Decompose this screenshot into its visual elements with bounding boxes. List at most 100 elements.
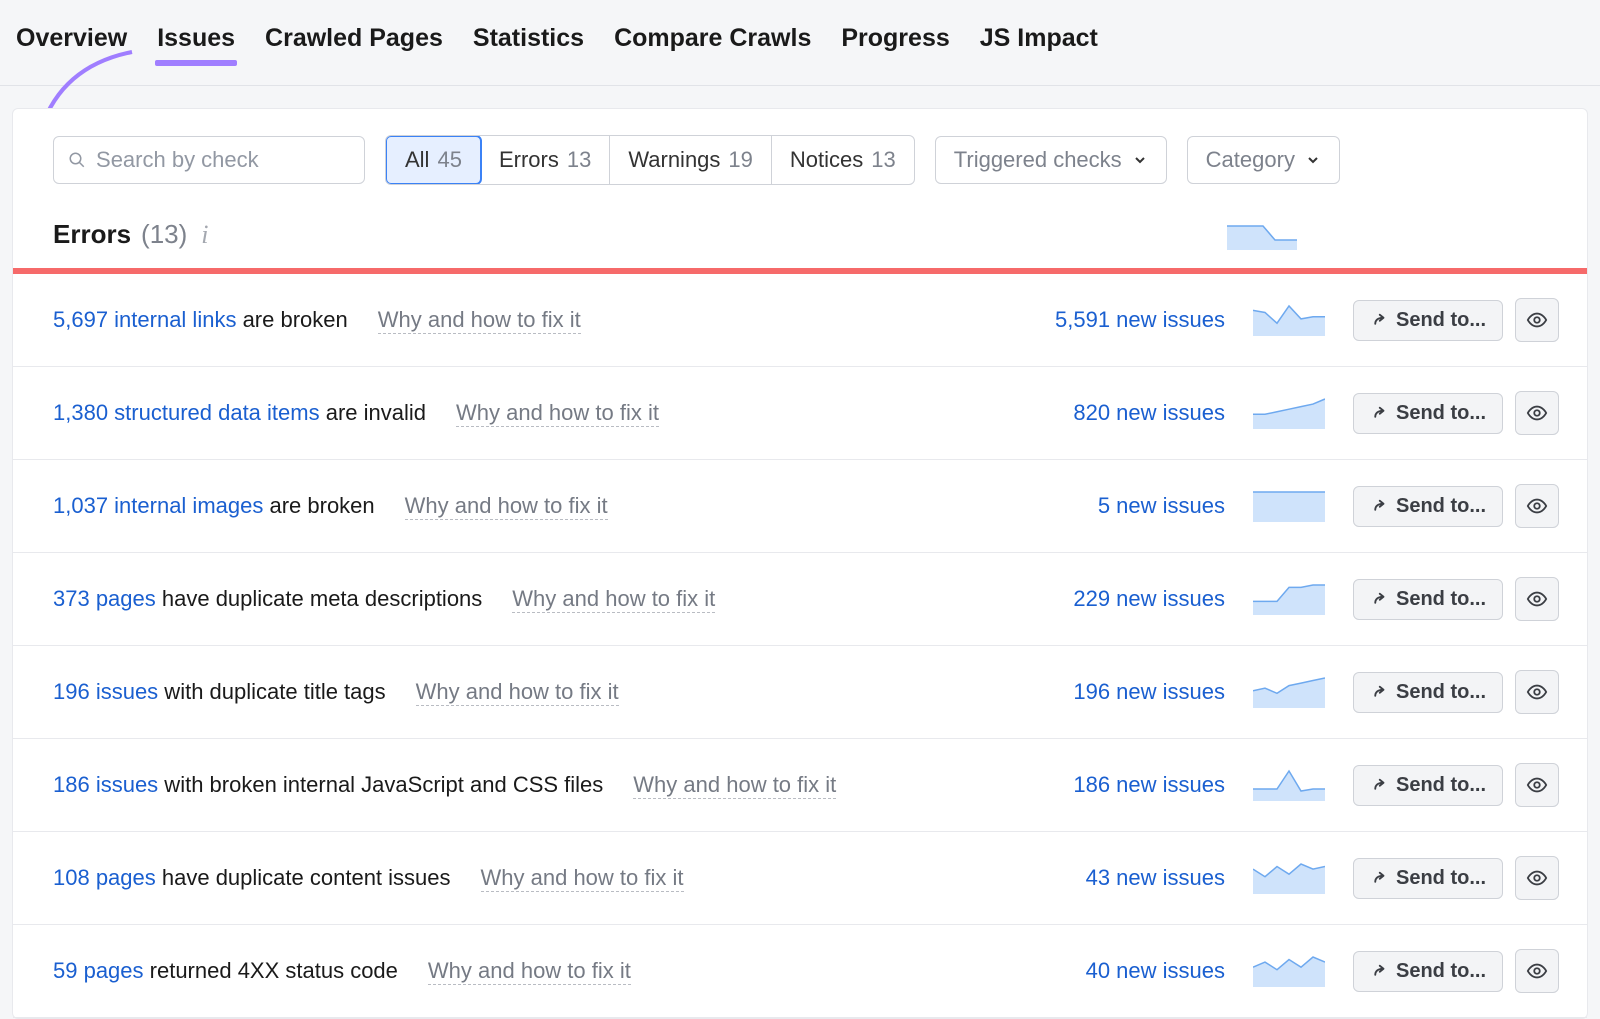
filter-notices[interactable]: Notices13 [772,136,914,184]
send-to-button[interactable]: Send to... [1353,765,1503,806]
issue-count-link[interactable]: 186 issues [53,772,158,797]
hide-issue-button[interactable] [1515,391,1559,435]
category-label: Category [1206,147,1295,173]
new-issues-link[interactable]: 186 new issues [1005,772,1225,798]
errors-title: Errors [53,219,131,250]
why-and-how-link[interactable]: Why and how to fix it [405,493,608,520]
issue-description: 1,037 internal images are brokenWhy and … [53,493,1005,520]
filter-label: Warnings [628,147,720,173]
eye-icon [1526,681,1548,703]
send-to-label: Send to... [1396,774,1486,797]
filter-all[interactable]: All45 [385,135,482,185]
send-to-label: Send to... [1396,681,1486,704]
issue-text: have duplicate content issues [156,865,451,890]
issue-text: with duplicate title tags [158,679,385,704]
send-to-label: Send to... [1396,402,1486,425]
tab-overview[interactable]: Overview [14,24,129,65]
send-to-label: Send to... [1396,309,1486,332]
new-issues-link[interactable]: 43 new issues [1005,865,1225,891]
hide-issue-button[interactable] [1515,577,1559,621]
issue-text: are invalid [320,400,426,425]
tab-crawled-pages[interactable]: Crawled Pages [263,24,445,65]
top-nav: Overview Issues Crawled Pages Statistics Com… [0,0,1600,86]
eye-icon [1526,588,1548,610]
issue-count-link[interactable]: 196 issues [53,679,158,704]
send-to-button[interactable]: Send to... [1353,579,1503,620]
issue-count-link[interactable]: 373 pages [53,586,156,611]
row-sparkline [1253,769,1325,801]
tab-compare-crawls[interactable]: Compare Crawls [612,24,813,65]
issue-row: 1,380 structured data items are invalid W… [13,367,1587,460]
hide-issue-button[interactable] [1515,763,1559,807]
eye-icon [1526,495,1548,517]
tab-statistics[interactable]: Statistics [471,24,586,65]
hide-issue-button[interactable] [1515,298,1559,342]
issue-text: have duplicate meta descriptions [156,586,483,611]
search-input[interactable] [96,147,350,173]
tab-js-impact[interactable]: JS Impact [978,24,1100,65]
issue-count-link[interactable]: 59 pages [53,958,144,983]
send-to-label: Send to... [1396,867,1486,890]
why-and-how-link[interactable]: Why and how to fix it [378,307,581,334]
why-and-how-link[interactable]: Why and how to fix it [512,586,715,613]
why-and-how-link[interactable]: Why and how to fix it [481,865,684,892]
issue-row: 196 issues with duplicate title tags Why … [13,646,1587,739]
send-to-button[interactable]: Send to... [1353,858,1503,899]
new-issues-link[interactable]: 229 new issues [1005,586,1225,612]
issue-text: are broken [236,307,347,332]
issue-count-link[interactable]: 5,697 internal links [53,307,236,332]
issue-count-link[interactable]: 108 pages [53,865,156,890]
share-arrow-icon [1370,962,1388,980]
row-sparkline [1253,583,1325,615]
issue-description: 196 issues with duplicate title tags Why … [53,679,1005,706]
row-sparkline [1253,862,1325,894]
issue-text: returned 4XX status code [144,958,398,983]
hide-issue-button[interactable] [1515,670,1559,714]
filter-warnings[interactable]: Warnings 19 [610,136,772,184]
info-icon[interactable]: i [201,220,208,250]
row-sparkline [1253,490,1325,522]
triggered-checks-label: Triggered checks [954,147,1122,173]
why-and-how-link[interactable]: Why and how to fix it [416,679,619,706]
tab-issues[interactable]: Issues [155,24,237,65]
why-and-how-link[interactable]: Why and how to fix it [633,772,836,799]
filter-count: 13 [871,147,895,173]
row-sparkline [1253,304,1325,336]
hide-issue-button[interactable] [1515,949,1559,993]
issue-description: 5,697 internal links are broken Why and h… [53,307,1005,334]
issue-description: 108 pages have duplicate content issues W… [53,865,1005,892]
new-issues-link[interactable]: 5,591 new issues [1005,307,1225,333]
filter-label: All [405,147,429,173]
send-to-button[interactable]: Send to... [1353,486,1503,527]
issue-count-link[interactable]: 1,037 internal images [53,493,263,518]
issue-row: 108 pages have duplicate content issues W… [13,832,1587,925]
send-to-label: Send to... [1396,495,1486,518]
hide-issue-button[interactable] [1515,484,1559,528]
triggered-checks-dropdown[interactable]: Triggered checks [935,136,1167,184]
filter-count: 19 [728,147,752,173]
send-to-button[interactable]: Send to... [1353,393,1503,434]
send-to-button[interactable]: Send to... [1353,951,1503,992]
eye-icon [1526,960,1548,982]
category-dropdown[interactable]: Category [1187,136,1340,184]
share-arrow-icon [1370,776,1388,794]
hide-issue-button[interactable] [1515,856,1559,900]
send-to-button[interactable]: Send to... [1353,672,1503,713]
new-issues-link[interactable]: 196 new issues [1005,679,1225,705]
share-arrow-icon [1370,311,1388,329]
new-issues-link[interactable]: 40 new issues [1005,958,1225,984]
issue-count-link[interactable]: 1,380 structured data items [53,400,320,425]
tab-progress[interactable]: Progress [839,24,951,65]
filters-toolbar: All45Errors13 Warnings 19 Notices13 Trigger… [13,109,1587,207]
new-issues-link[interactable]: 5 new issues [1005,493,1225,519]
issue-description: 59 pages returned 4XX status code Why and… [53,958,1005,985]
share-arrow-icon [1370,590,1388,608]
filter-errors[interactable]: Errors13 [481,136,610,184]
new-issues-link[interactable]: 820 new issues [1005,400,1225,426]
search-input-wrap[interactable] [53,136,365,184]
why-and-how-link[interactable]: Why and how to fix it [456,400,659,427]
send-to-button[interactable]: Send to... [1353,300,1503,341]
issue-description: 1,380 structured data items are invalid W… [53,400,1005,427]
eye-icon [1526,309,1548,331]
why-and-how-link[interactable]: Why and how to fix it [428,958,631,985]
